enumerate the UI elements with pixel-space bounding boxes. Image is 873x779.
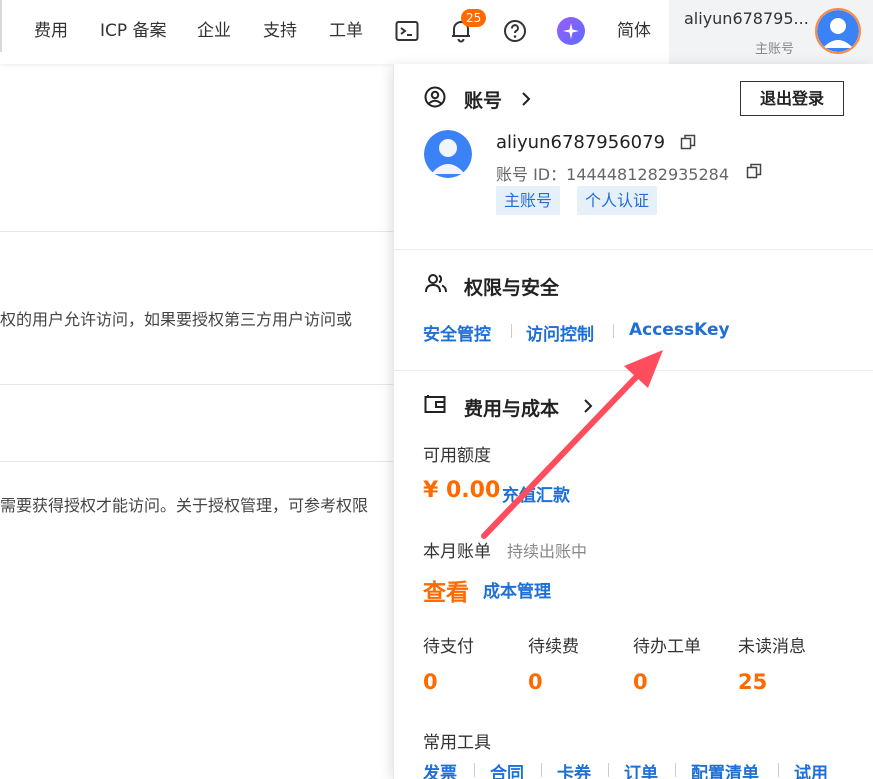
account-name: aliyun6787956079 [496, 132, 666, 153]
monthly-bill-status: 持续出账中 [507, 542, 588, 561]
account-id: 账号 ID：1444481282935284 [496, 161, 729, 185]
security-title: 权限与安全 [464, 277, 560, 299]
tool-coupon[interactable]: 卡券 [557, 759, 591, 779]
tag-main-account: 主账号 [496, 186, 561, 215]
stat-label-unread-messages: 未读消息 [738, 637, 806, 657]
nav-item-fees[interactable]: 费用 [34, 20, 68, 42]
stat-value-pending-renewal[interactable]: 0 [528, 670, 543, 694]
terminal-icon[interactable] [392, 16, 422, 46]
available-credit-label: 可用额度 [423, 446, 491, 466]
stat-value-pending-payment[interactable]: 0 [423, 670, 438, 694]
stat-label-pending-renewal: 待续费 [528, 637, 579, 657]
wallet-icon [424, 394, 446, 418]
tool-contract[interactable]: 合同 [490, 759, 524, 779]
tool-trial[interactable]: 试用 [794, 759, 828, 779]
chevron-right-icon[interactable] [520, 91, 532, 111]
copy-icon[interactable] [680, 134, 696, 154]
language-switch[interactable]: 简体 [617, 20, 651, 42]
divider [608, 763, 609, 777]
nav-item-icp[interactable]: ICP 备案 [100, 20, 167, 42]
divider [778, 763, 779, 777]
notification-badge: 25 [461, 9, 487, 27]
account-id-label: 账号 ID： [496, 165, 567, 184]
link-security-control[interactable]: 安全管控 [423, 320, 491, 345]
link-cost-management[interactable]: 成本管理 [483, 577, 551, 602]
nav-item-ticket[interactable]: 工单 [329, 20, 363, 42]
divider [675, 763, 676, 777]
account-id-value: 1444481282935284 [566, 165, 730, 184]
top-navigation-bar: 费用 ICP 备案 企业 支持 工单 25 简体 aliyun678795...… [0, 0, 873, 64]
account-title[interactable]: 账号 [464, 86, 502, 113]
nav-item-enterprise[interactable]: 企业 [197, 20, 231, 42]
logout-button[interactable]: 退出登录 [740, 81, 844, 116]
divider [474, 763, 475, 777]
user-role: 主账号 [755, 42, 795, 57]
chevron-right-icon[interactable] [582, 398, 594, 418]
copy-icon[interactable] [746, 163, 762, 183]
monthly-bill-label: 本月账单 [423, 542, 491, 562]
link-recharge[interactable]: 充值汇款 [502, 481, 570, 506]
avatar[interactable] [815, 8, 861, 54]
nav-item-support[interactable]: 支持 [263, 20, 297, 42]
tag-personal-verification[interactable]: 个人认证 [577, 186, 658, 215]
username[interactable]: aliyun678795... [684, 9, 809, 28]
content-text-line-1: 权的用户允许访问，如果要授权第三方用户访问或 [0, 310, 353, 329]
users-icon [424, 272, 448, 298]
ai-assistant-icon[interactable] [556, 16, 586, 46]
link-access-control[interactable]: 访问控制 [526, 320, 594, 345]
available-credit-amount: ¥ 0.00 [423, 478, 501, 503]
tools-title: 常用工具 [423, 733, 491, 753]
stat-label-pending-payment: 待支付 [423, 637, 474, 657]
divider [394, 249, 873, 250]
divider [0, 384, 393, 385]
divider [541, 763, 542, 777]
tool-invoice[interactable]: 发票 [423, 759, 457, 779]
tool-order[interactable]: 订单 [624, 759, 658, 779]
help-icon[interactable] [500, 16, 530, 46]
user-circle-icon [424, 86, 446, 112]
divider [0, 461, 393, 462]
tool-config-list[interactable]: 配置清单 [691, 759, 759, 779]
billing-title[interactable]: 费用与成本 [464, 394, 559, 421]
account-dropdown-panel: 账号 退出登录 aliyun6787956079 账号 ID：144448128… [393, 64, 873, 779]
page: 权的用户允许访问，如果要授权第三方用户访问或 需要获得授权才能访问。关于授权管理… [0, 0, 873, 779]
stat-value-unread-messages[interactable]: 25 [738, 670, 767, 694]
stat-value-pending-tickets[interactable]: 0 [633, 670, 648, 694]
divider [0, 231, 393, 232]
view-bill-link[interactable]: 查看 [423, 573, 469, 607]
divider [511, 324, 512, 338]
content-text-line-2: 需要获得授权才能访问。关于授权管理，可参考权限 [0, 496, 369, 515]
avatar [424, 130, 472, 178]
divider [0, 0, 2, 52]
link-accesskey[interactable]: AccessKey [629, 320, 730, 340]
divider [394, 370, 873, 371]
stat-label-pending-tickets: 待办工单 [633, 637, 701, 657]
divider [613, 324, 614, 338]
